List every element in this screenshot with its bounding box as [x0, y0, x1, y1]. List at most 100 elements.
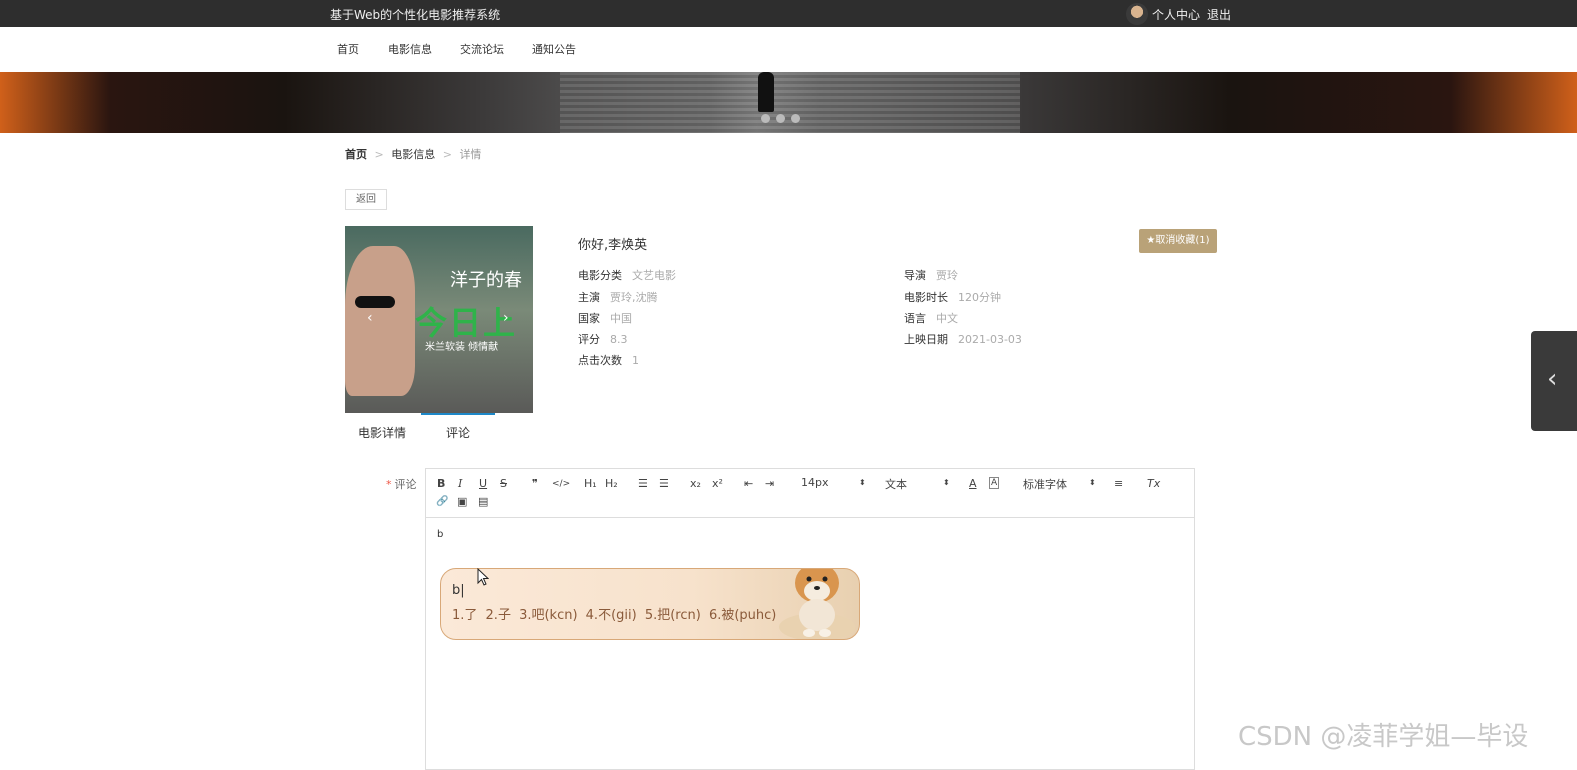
editor-toolbar: B I U S ❞ </> H₁ H₂ ☰ ☰ x₂ x² ⇤ ⇥ 14px ⬍… — [426, 469, 1194, 518]
comment-label: * 评论 — [386, 476, 417, 492]
font-size-value: 14px — [801, 476, 829, 489]
top-bar: 基于Web的个性化电影推荐系统 个人中心 退出 — [0, 0, 1577, 27]
font-size-select[interactable]: 14px ⬍ — [801, 476, 866, 489]
shiba-dog-icon — [779, 569, 855, 639]
subscript-button[interactable]: x₂ — [690, 477, 701, 491]
info-actors: 主演 贾玲,沈腾 — [578, 289, 658, 305]
image-icon[interactable]: ▣ — [457, 495, 467, 509]
editor-content[interactable]: b — [437, 529, 443, 540]
chevron-updown-icon: ⬍ — [943, 478, 950, 487]
breadcrumb-home[interactable]: 首页 — [345, 148, 367, 161]
back-button[interactable]: 返回 — [345, 189, 387, 210]
poster-sunglasses — [355, 296, 395, 308]
superscript-button[interactable]: x² — [712, 477, 723, 491]
info-label: 主演 — [578, 291, 600, 304]
nav-item-notices[interactable]: 通知公告 — [532, 41, 576, 57]
underline-button[interactable]: U — [479, 477, 487, 491]
tab-movie-detail[interactable]: 电影详情 — [358, 424, 406, 441]
info-country: 国家 中国 — [578, 310, 632, 326]
side-panel-toggle[interactable]: ‹ — [1531, 331, 1577, 431]
video-icon[interactable]: ▤ — [478, 495, 488, 509]
tab-comment[interactable]: 评论 — [446, 424, 470, 441]
bold-button[interactable]: B — [437, 477, 445, 491]
avatar[interactable] — [1126, 3, 1148, 25]
h1-button[interactable]: H₁ — [584, 477, 597, 491]
info-release-date: 上映日期 2021-03-03 — [904, 331, 1022, 347]
align-button[interactable]: ≡ — [1114, 477, 1123, 491]
carousel-dot-3[interactable] — [791, 114, 800, 123]
info-value: 贾玲 — [936, 269, 958, 282]
info-label: 电影分类 — [578, 269, 622, 282]
info-value: 1 — [632, 354, 639, 367]
unfavorite-button[interactable]: ★取消收藏(1) — [1139, 229, 1217, 253]
poster-prev-arrow[interactable]: ‹ — [367, 310, 373, 326]
movie-title: 你好,李焕英 — [578, 238, 648, 253]
font-family-value: 标准字体 — [1023, 478, 1067, 491]
info-value: 2021-03-03 — [958, 333, 1022, 346]
nav-item-home[interactable]: 首页 — [337, 41, 359, 57]
breadcrumb-movies[interactable]: 电影信息 — [391, 148, 435, 161]
breadcrumb-current: 详情 — [459, 148, 482, 161]
ime-input-text: b| — [452, 583, 465, 598]
link-icon[interactable]: 🔗 — [436, 495, 448, 509]
watermark: CSDN @凌菲学姐—毕设 — [1238, 722, 1529, 752]
ime-candidates[interactable]: 1.了 2.子 3.吧(kcn) 4.不(gii) 5.把(rcn) 6.被(p… — [452, 604, 776, 623]
clean-format-button[interactable]: Tx — [1147, 477, 1160, 491]
italic-button[interactable]: I — [458, 477, 462, 491]
main-nav: 首页 电影信息 交流论坛 通知公告 — [0, 27, 1577, 73]
outdent-button[interactable]: ⇤ — [744, 477, 753, 491]
breadcrumb: 首页 > 电影信息 > 详情 — [345, 146, 485, 162]
chevron-updown-icon: ⬍ — [859, 478, 866, 487]
logout-link[interactable]: 退出 — [1207, 6, 1231, 23]
info-category: 电影分类 文艺电影 — [578, 267, 676, 283]
carousel-dot-1[interactable] — [761, 114, 770, 123]
chevron-left-icon: ‹ — [1547, 364, 1558, 394]
nav-item-movies[interactable]: 电影信息 — [388, 41, 432, 57]
code-button[interactable]: </> — [552, 477, 570, 491]
active-tab-indicator — [421, 413, 495, 415]
poster-sub-text: 米兰软装 倾情献 — [425, 342, 499, 353]
info-label: 国家 — [578, 312, 600, 325]
header-select[interactable]: 文本 ⬍ — [885, 476, 950, 492]
info-label: 点击次数 — [578, 354, 622, 367]
banner-figure — [758, 72, 774, 112]
strike-button[interactable]: S — [500, 477, 507, 491]
poster-next-arrow[interactable]: › — [503, 310, 509, 326]
banner-image — [560, 72, 1020, 133]
chevron-updown-icon: ⬍ — [1089, 478, 1096, 487]
carousel-dot-2[interactable] — [776, 114, 785, 123]
info-label: 电影时长 — [904, 291, 948, 304]
font-color-button[interactable]: A — [969, 477, 977, 491]
movie-poster-carousel: 洋子的春 今日上 米兰软装 倾情献 ‹ › — [345, 226, 533, 413]
info-value: 中文 — [936, 312, 958, 325]
info-director: 导演 贾玲 — [904, 267, 958, 283]
info-language: 语言 中文 — [904, 310, 958, 326]
nav-item-forum[interactable]: 交流论坛 — [460, 41, 504, 57]
banner-carousel — [0, 72, 1577, 133]
quote-button[interactable]: ❞ — [532, 477, 538, 491]
background-color-button[interactable]: A — [989, 477, 1000, 489]
info-value: 贾玲,沈腾 — [610, 291, 658, 304]
font-family-select[interactable]: 标准字体 ⬍ — [1023, 476, 1096, 492]
mouse-cursor-icon — [477, 568, 489, 586]
breadcrumb-separator: > — [442, 148, 452, 161]
breadcrumb-separator: > — [374, 148, 384, 161]
site-title: 基于Web的个性化电影推荐系统 — [330, 8, 501, 22]
info-value: 文艺电影 — [632, 269, 676, 282]
info-rating: 评分 8.3 — [578, 331, 628, 347]
comment-label-text: 评论 — [394, 478, 417, 491]
poster-person — [345, 246, 415, 396]
info-label: 导演 — [904, 269, 926, 282]
ordered-list-button[interactable]: ☰ — [638, 477, 648, 491]
info-label: 语言 — [904, 312, 926, 325]
poster-top-text: 洋子的春 — [450, 270, 522, 291]
bullet-list-button[interactable]: ☰ — [659, 477, 669, 491]
h2-button[interactable]: H₂ — [605, 477, 618, 491]
info-duration: 电影时长 120分钟 — [904, 289, 1001, 305]
info-value: 中国 — [610, 312, 632, 325]
indent-button[interactable]: ⇥ — [765, 477, 774, 491]
required-mark: * — [386, 478, 392, 491]
info-clicks: 点击次数 1 — [578, 352, 639, 368]
info-value: 8.3 — [610, 333, 628, 346]
user-center-link[interactable]: 个人中心 — [1152, 6, 1200, 23]
